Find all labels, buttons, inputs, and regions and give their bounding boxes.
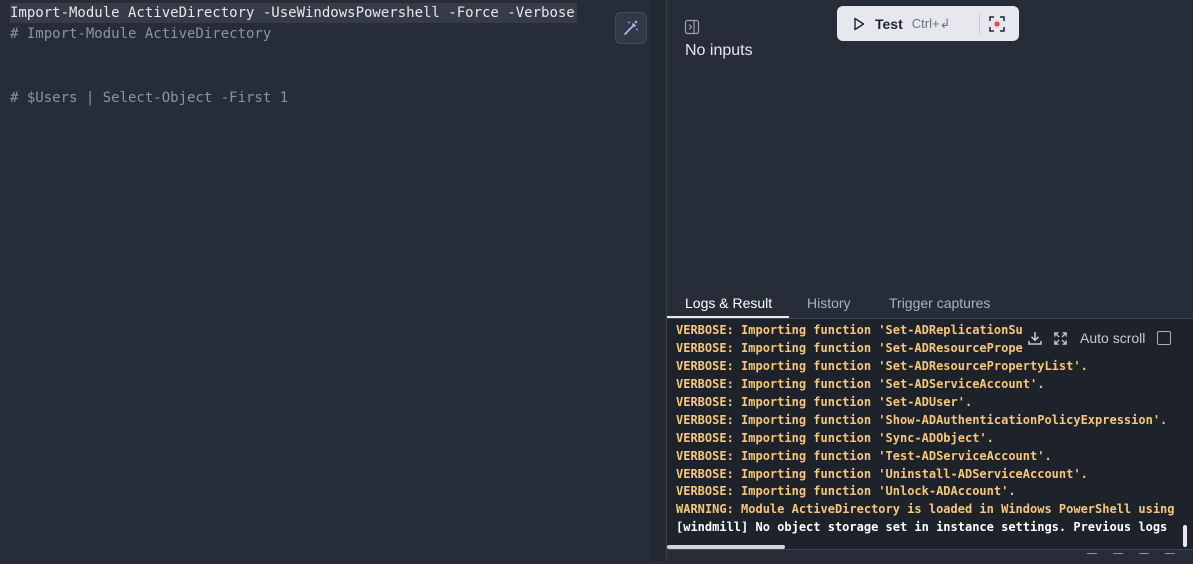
active-tab-indicator xyxy=(667,316,789,318)
log-line: VERBOSE: Importing function 'Unlock-ADAc… xyxy=(676,484,1016,498)
log-output[interactable]: VERBOSE: Importing function 'Set-ADRepli… xyxy=(667,319,1193,549)
log-line: [windmill] No object storage set in inst… xyxy=(676,520,1168,534)
tab-bar: Logs & Result History Trigger captures xyxy=(667,287,1193,319)
clipboard-icon[interactable] xyxy=(1139,553,1149,564)
log-line: WARNING: Module ActiveDirectory is loade… xyxy=(676,502,1175,516)
log-line: VERBOSE: Importing function 'Show-ADAuth… xyxy=(676,413,1168,427)
auto-scroll-label: Auto scroll xyxy=(1080,330,1146,346)
log-vertical-scrollbar[interactable] xyxy=(1183,525,1187,547)
test-button[interactable]: Test Ctrl+↲ xyxy=(837,6,979,41)
bottom-bar xyxy=(667,549,1193,561)
tab-logs-result[interactable]: Logs & Result xyxy=(685,295,772,311)
log-line: VERBOSE: Importing function 'Set-ADRepli… xyxy=(676,323,1023,337)
expand-icon[interactable] xyxy=(1053,331,1068,346)
plus-icon[interactable] xyxy=(1087,553,1097,564)
button-divider xyxy=(979,13,980,34)
play-icon xyxy=(854,17,865,30)
code-editor[interactable]: Import-Module ActiveDirectory -UseWindow… xyxy=(0,0,651,561)
test-button-label: Test xyxy=(875,15,903,32)
log-line: VERBOSE: Importing function 'Set-ADUser'… xyxy=(676,395,973,409)
log-line: VERBOSE: Importing function 'Set-ADResou… xyxy=(676,359,1088,373)
log-line: VERBOSE: Importing function 'Set-ADServi… xyxy=(676,377,1045,391)
expand-icon[interactable] xyxy=(1165,553,1175,564)
panel-toggle-icon[interactable] xyxy=(684,19,700,35)
log-line: VERBOSE: Importing function 'Uninstall-A… xyxy=(676,467,1088,481)
editor-scrollbar[interactable] xyxy=(651,0,666,561)
code-line[interactable]: # $Users | Select-Object -First 1 xyxy=(10,88,288,108)
info-icon[interactable] xyxy=(1113,553,1123,564)
tab-history[interactable]: History xyxy=(807,295,851,311)
log-line: VERBOSE: Importing function 'Sync-ADObje… xyxy=(676,431,994,445)
code-line[interactable]: Import-Module ActiveDirectory -UseWindow… xyxy=(10,3,577,23)
magic-wand-icon xyxy=(624,20,639,35)
tab-trigger-captures[interactable]: Trigger captures xyxy=(889,295,990,311)
no-inputs-label: No inputs xyxy=(685,42,753,59)
ai-assist-button[interactable] xyxy=(615,12,647,44)
capture-icon[interactable] xyxy=(988,15,1006,33)
log-line: VERBOSE: Importing function 'Set-ADResou… xyxy=(676,341,1023,355)
test-shortcut-label: Ctrl+↲ xyxy=(911,15,951,31)
log-line: VERBOSE: Importing function 'Test-ADServ… xyxy=(676,449,1052,463)
log-toolbar: Auto scroll xyxy=(1027,327,1172,349)
download-icon[interactable] xyxy=(1027,330,1043,346)
auto-scroll-checkbox[interactable] xyxy=(1157,331,1172,345)
right-pane: No inputs Test Ctrl+↲ Logs & Result Hist… xyxy=(667,0,1193,561)
code-line[interactable]: # Import-Module ActiveDirectory xyxy=(10,24,271,44)
test-button-group: Test Ctrl+↲ xyxy=(837,6,1019,41)
